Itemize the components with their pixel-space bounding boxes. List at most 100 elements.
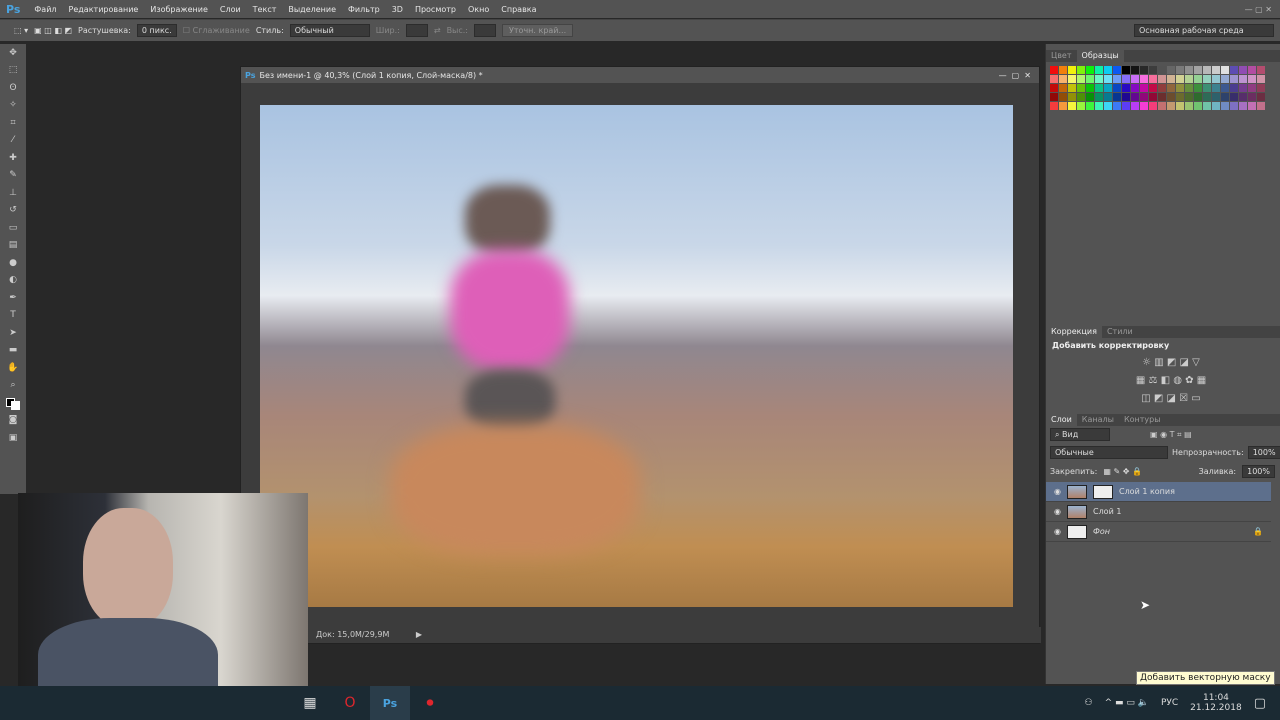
swatch[interactable] <box>1122 84 1130 92</box>
swatch[interactable] <box>1059 102 1067 110</box>
selection-mode-icons[interactable]: ▣ ◫ ◧ ◩ <box>34 26 72 35</box>
menu-image[interactable]: Изображение <box>144 5 214 14</box>
window-controls[interactable]: — ▢ ✕ <box>1245 5 1280 14</box>
layer-filter-select[interactable]: ⌕ Вид <box>1050 428 1110 441</box>
swatch[interactable] <box>1194 93 1202 101</box>
swatch[interactable] <box>1140 84 1148 92</box>
swatch[interactable] <box>1077 93 1085 101</box>
swatch[interactable] <box>1257 84 1265 92</box>
swatch[interactable] <box>1212 102 1220 110</box>
swatch[interactable] <box>1122 102 1130 110</box>
color-swatches-icon[interactable] <box>0 394 26 412</box>
swatch[interactable] <box>1113 66 1121 74</box>
document-window-controls[interactable]: — ▢ ✕ <box>999 71 1039 80</box>
swatch[interactable] <box>1095 102 1103 110</box>
swatch[interactable] <box>1203 93 1211 101</box>
menu-view[interactable]: Просмотр <box>409 5 462 14</box>
swatch[interactable] <box>1104 66 1112 74</box>
swatch[interactable] <box>1158 75 1166 83</box>
canvas-image[interactable] <box>260 105 1013 607</box>
tab-styles[interactable]: Стили <box>1102 326 1138 338</box>
menu-layers[interactable]: Слои <box>214 5 247 14</box>
swatch[interactable] <box>1176 66 1184 74</box>
tray-icons[interactable]: ^ ▬ ▭ 🔈 <box>1105 698 1149 708</box>
swatch[interactable] <box>1140 66 1148 74</box>
swatch[interactable] <box>1140 93 1148 101</box>
recorder-icon[interactable]: ⏺ <box>410 686 450 720</box>
swatch[interactable] <box>1122 75 1130 83</box>
refine-edge-button[interactable]: Уточн. край... <box>502 24 574 37</box>
swatch[interactable] <box>1239 75 1247 83</box>
type-tool-icon[interactable]: T <box>0 307 26 325</box>
visibility-eye-icon[interactable]: ◉ <box>1054 507 1061 516</box>
tab-layers[interactable]: Слои <box>1046 414 1077 426</box>
swatch[interactable] <box>1203 84 1211 92</box>
menu-help[interactable]: Справка <box>495 5 542 14</box>
swatch[interactable] <box>1086 84 1094 92</box>
swatch[interactable] <box>1239 66 1247 74</box>
swatch[interactable] <box>1059 84 1067 92</box>
antialias-checkbox[interactable]: ☐ Сглаживание <box>183 26 250 35</box>
menu-file[interactable]: Файл <box>28 5 62 14</box>
swatch[interactable] <box>1239 84 1247 92</box>
swatch[interactable] <box>1212 66 1220 74</box>
clock[interactable]: 11:04 21.12.2018 <box>1190 693 1242 713</box>
swatch[interactable] <box>1230 75 1238 83</box>
swatch[interactable] <box>1104 102 1112 110</box>
menu-edit[interactable]: Редактирование <box>63 5 145 14</box>
history-brush-icon[interactable]: ↺ <box>0 202 26 220</box>
menu-text[interactable]: Текст <box>247 5 283 14</box>
layer-row[interactable]: ◉ Слой 1 <box>1046 502 1271 522</box>
swatch[interactable] <box>1059 93 1067 101</box>
adjustment-icons[interactable]: ☼ ▥ ◩ ◪ ▽ ▦ ⚖ ◧ ◍ ✿ ▦ ◫ ◩ ◪ ☒ ▭ <box>1121 354 1221 408</box>
swatch[interactable] <box>1086 75 1094 83</box>
stamp-tool-icon[interactable]: ⊥ <box>0 184 26 202</box>
zoom-tool-icon[interactable]: ⌕ <box>0 377 26 395</box>
swatch[interactable] <box>1203 102 1211 110</box>
swatch[interactable] <box>1077 102 1085 110</box>
swatch[interactable] <box>1185 102 1193 110</box>
hand-tool-icon[interactable]: ✋ <box>0 359 26 377</box>
status-arrow-icon[interactable]: ▶ <box>416 630 422 639</box>
swatch[interactable] <box>1113 84 1121 92</box>
swatch[interactable] <box>1131 84 1139 92</box>
swatch[interactable] <box>1212 84 1220 92</box>
swatch[interactable] <box>1095 75 1103 83</box>
swatch[interactable] <box>1140 75 1148 83</box>
gradient-icon[interactable]: ▤ <box>0 237 26 255</box>
eraser-icon[interactable]: ▭ <box>0 219 26 237</box>
swatch[interactable] <box>1158 102 1166 110</box>
magic-wand-icon[interactable]: ✧ <box>0 97 26 115</box>
swatch[interactable] <box>1167 75 1175 83</box>
swatch[interactable] <box>1149 93 1157 101</box>
swatch[interactable] <box>1194 102 1202 110</box>
swatch[interactable] <box>1122 93 1130 101</box>
height-input[interactable] <box>474 24 497 37</box>
swatch[interactable] <box>1059 75 1067 83</box>
swatch[interactable] <box>1059 66 1067 74</box>
blend-mode-select[interactable]: Обычные <box>1050 446 1168 459</box>
crop-tool-icon[interactable]: ⌗ <box>0 114 26 132</box>
swatch[interactable] <box>1140 102 1148 110</box>
swatch[interactable] <box>1230 93 1238 101</box>
move-tool-icon[interactable]: ✥ <box>0 44 26 62</box>
lock-icons[interactable]: ▦ ✎ ✥ 🔒 <box>1103 467 1142 476</box>
swatch[interactable] <box>1221 84 1229 92</box>
swatch[interactable] <box>1068 93 1076 101</box>
swatch[interactable] <box>1131 66 1139 74</box>
pen-tool-icon[interactable]: ✒ <box>0 289 26 307</box>
swatch[interactable] <box>1086 102 1094 110</box>
swatch[interactable] <box>1221 66 1229 74</box>
swatch[interactable] <box>1185 84 1193 92</box>
swatch[interactable] <box>1194 84 1202 92</box>
swatch[interactable] <box>1167 93 1175 101</box>
brush-tool-icon[interactable]: ✎ <box>0 167 26 185</box>
swatch[interactable] <box>1257 66 1265 74</box>
swatch[interactable] <box>1248 93 1256 101</box>
swatch[interactable] <box>1158 84 1166 92</box>
swatch[interactable] <box>1176 93 1184 101</box>
swatch[interactable] <box>1239 102 1247 110</box>
swatch[interactable] <box>1167 84 1175 92</box>
swatches-grid[interactable] <box>1046 62 1280 114</box>
opacity-input[interactable]: 100% <box>1247 446 1280 459</box>
